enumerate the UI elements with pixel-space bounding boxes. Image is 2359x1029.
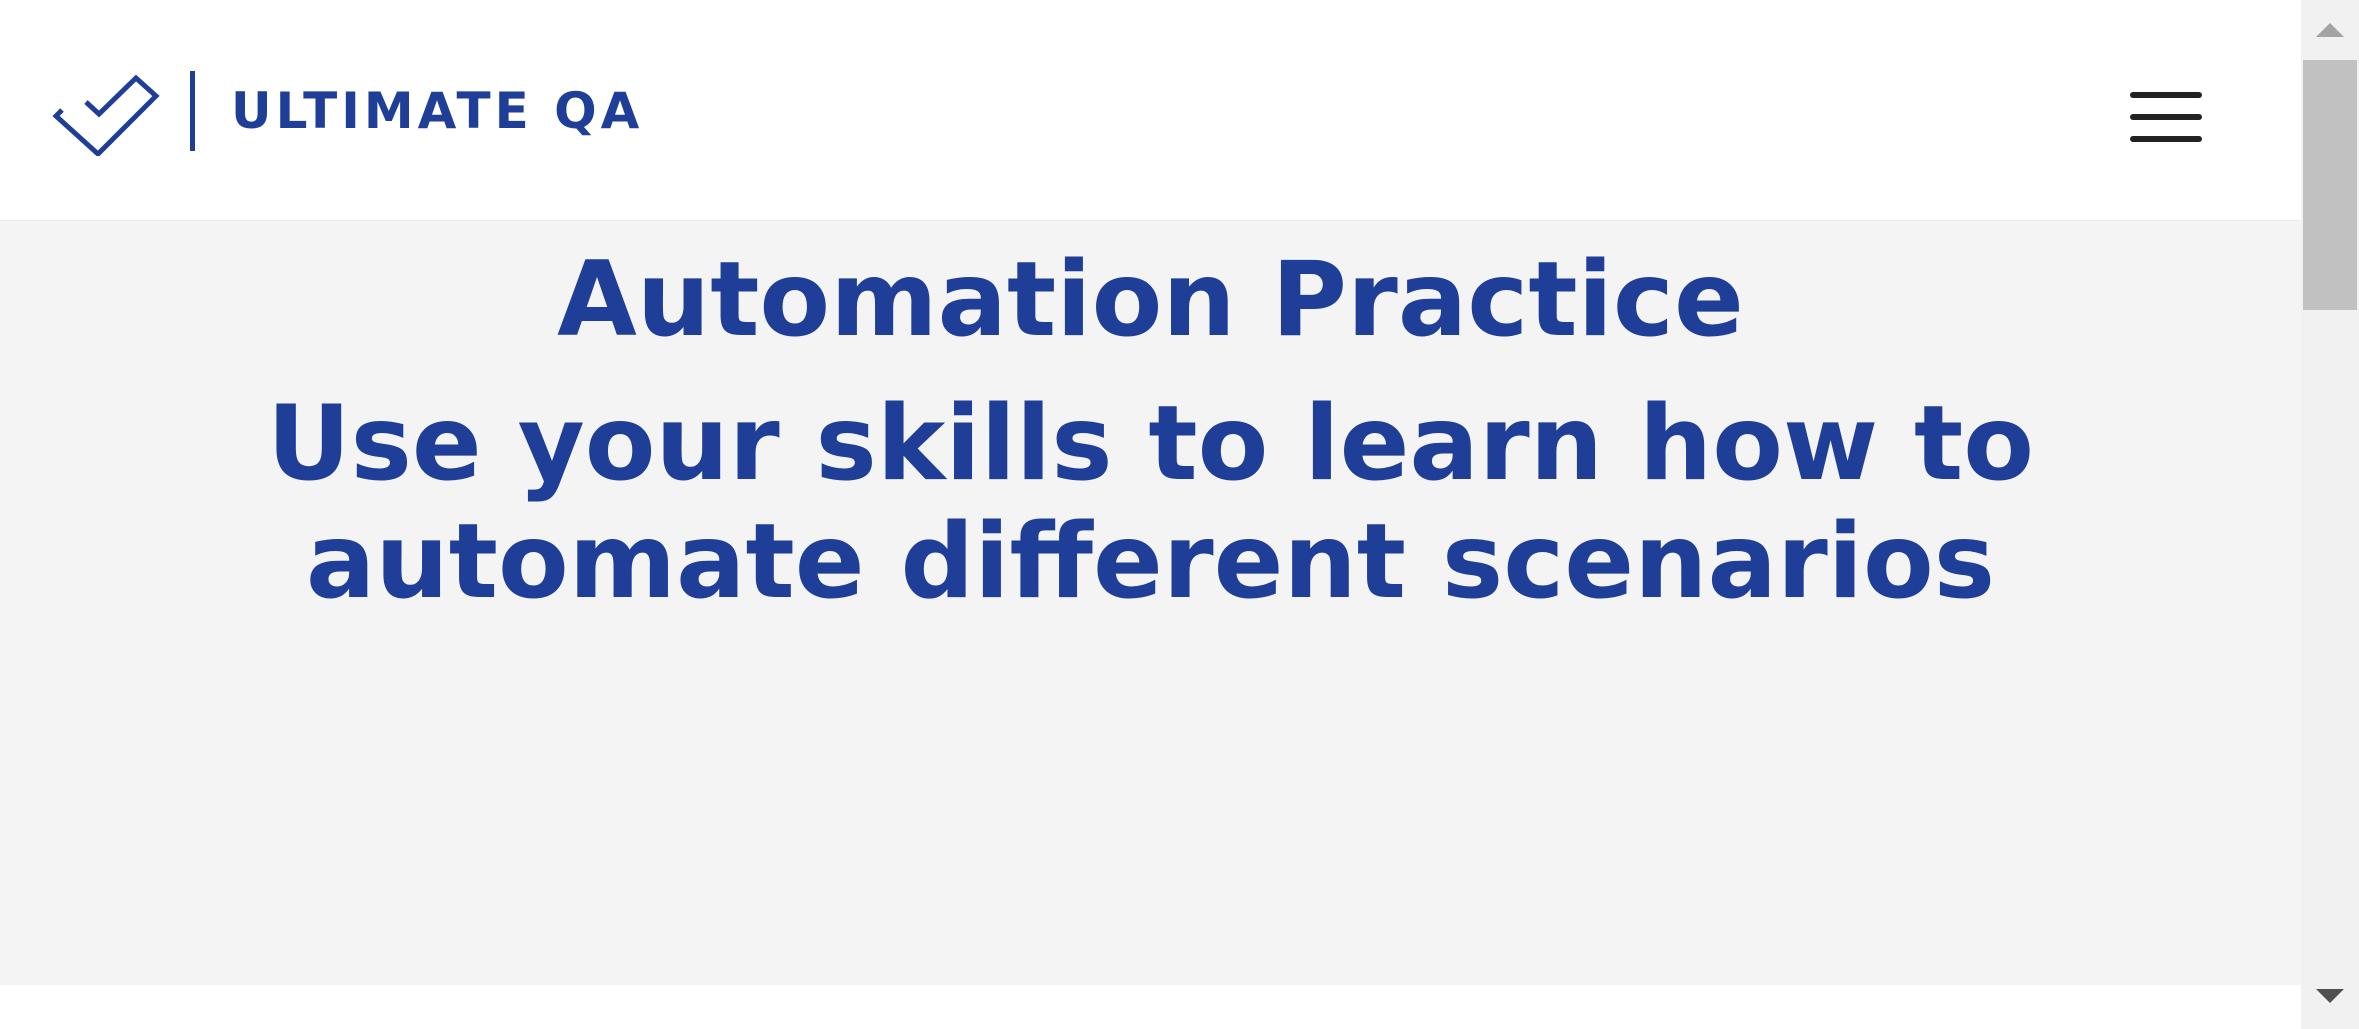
page-viewport: ULTIMATE QA Automation Practice Use your… — [0, 0, 2301, 1029]
site-logo[interactable]: ULTIMATE QA — [52, 66, 643, 156]
triangle-down-glyph — [2316, 989, 2344, 1003]
page-subtitle: Use your skills to learn how to automate… — [266, 384, 2035, 622]
scroll-down-arrow-icon[interactable] — [2301, 978, 2359, 1014]
scrollbar-thumb[interactable] — [2303, 60, 2357, 310]
hero-section: Automation Practice Use your skills to l… — [0, 221, 2301, 985]
logo-wordmark: ULTIMATE QA — [231, 82, 644, 140]
scroll-up-arrow-icon[interactable] — [2301, 12, 2359, 48]
vertical-scrollbar[interactable] — [2301, 0, 2359, 1029]
triangle-up-glyph — [2316, 23, 2344, 37]
menu-bar — [2130, 114, 2202, 120]
menu-bar — [2130, 92, 2202, 98]
content-below-fold — [0, 985, 2301, 1029]
logo-divider — [190, 71, 195, 151]
checkmark-logo-icon — [52, 74, 160, 156]
site-header: ULTIMATE QA — [0, 0, 2301, 221]
page-title: Automation Practice — [557, 240, 1744, 360]
hamburger-menu-icon[interactable] — [2130, 90, 2202, 146]
menu-bar — [2130, 136, 2202, 142]
